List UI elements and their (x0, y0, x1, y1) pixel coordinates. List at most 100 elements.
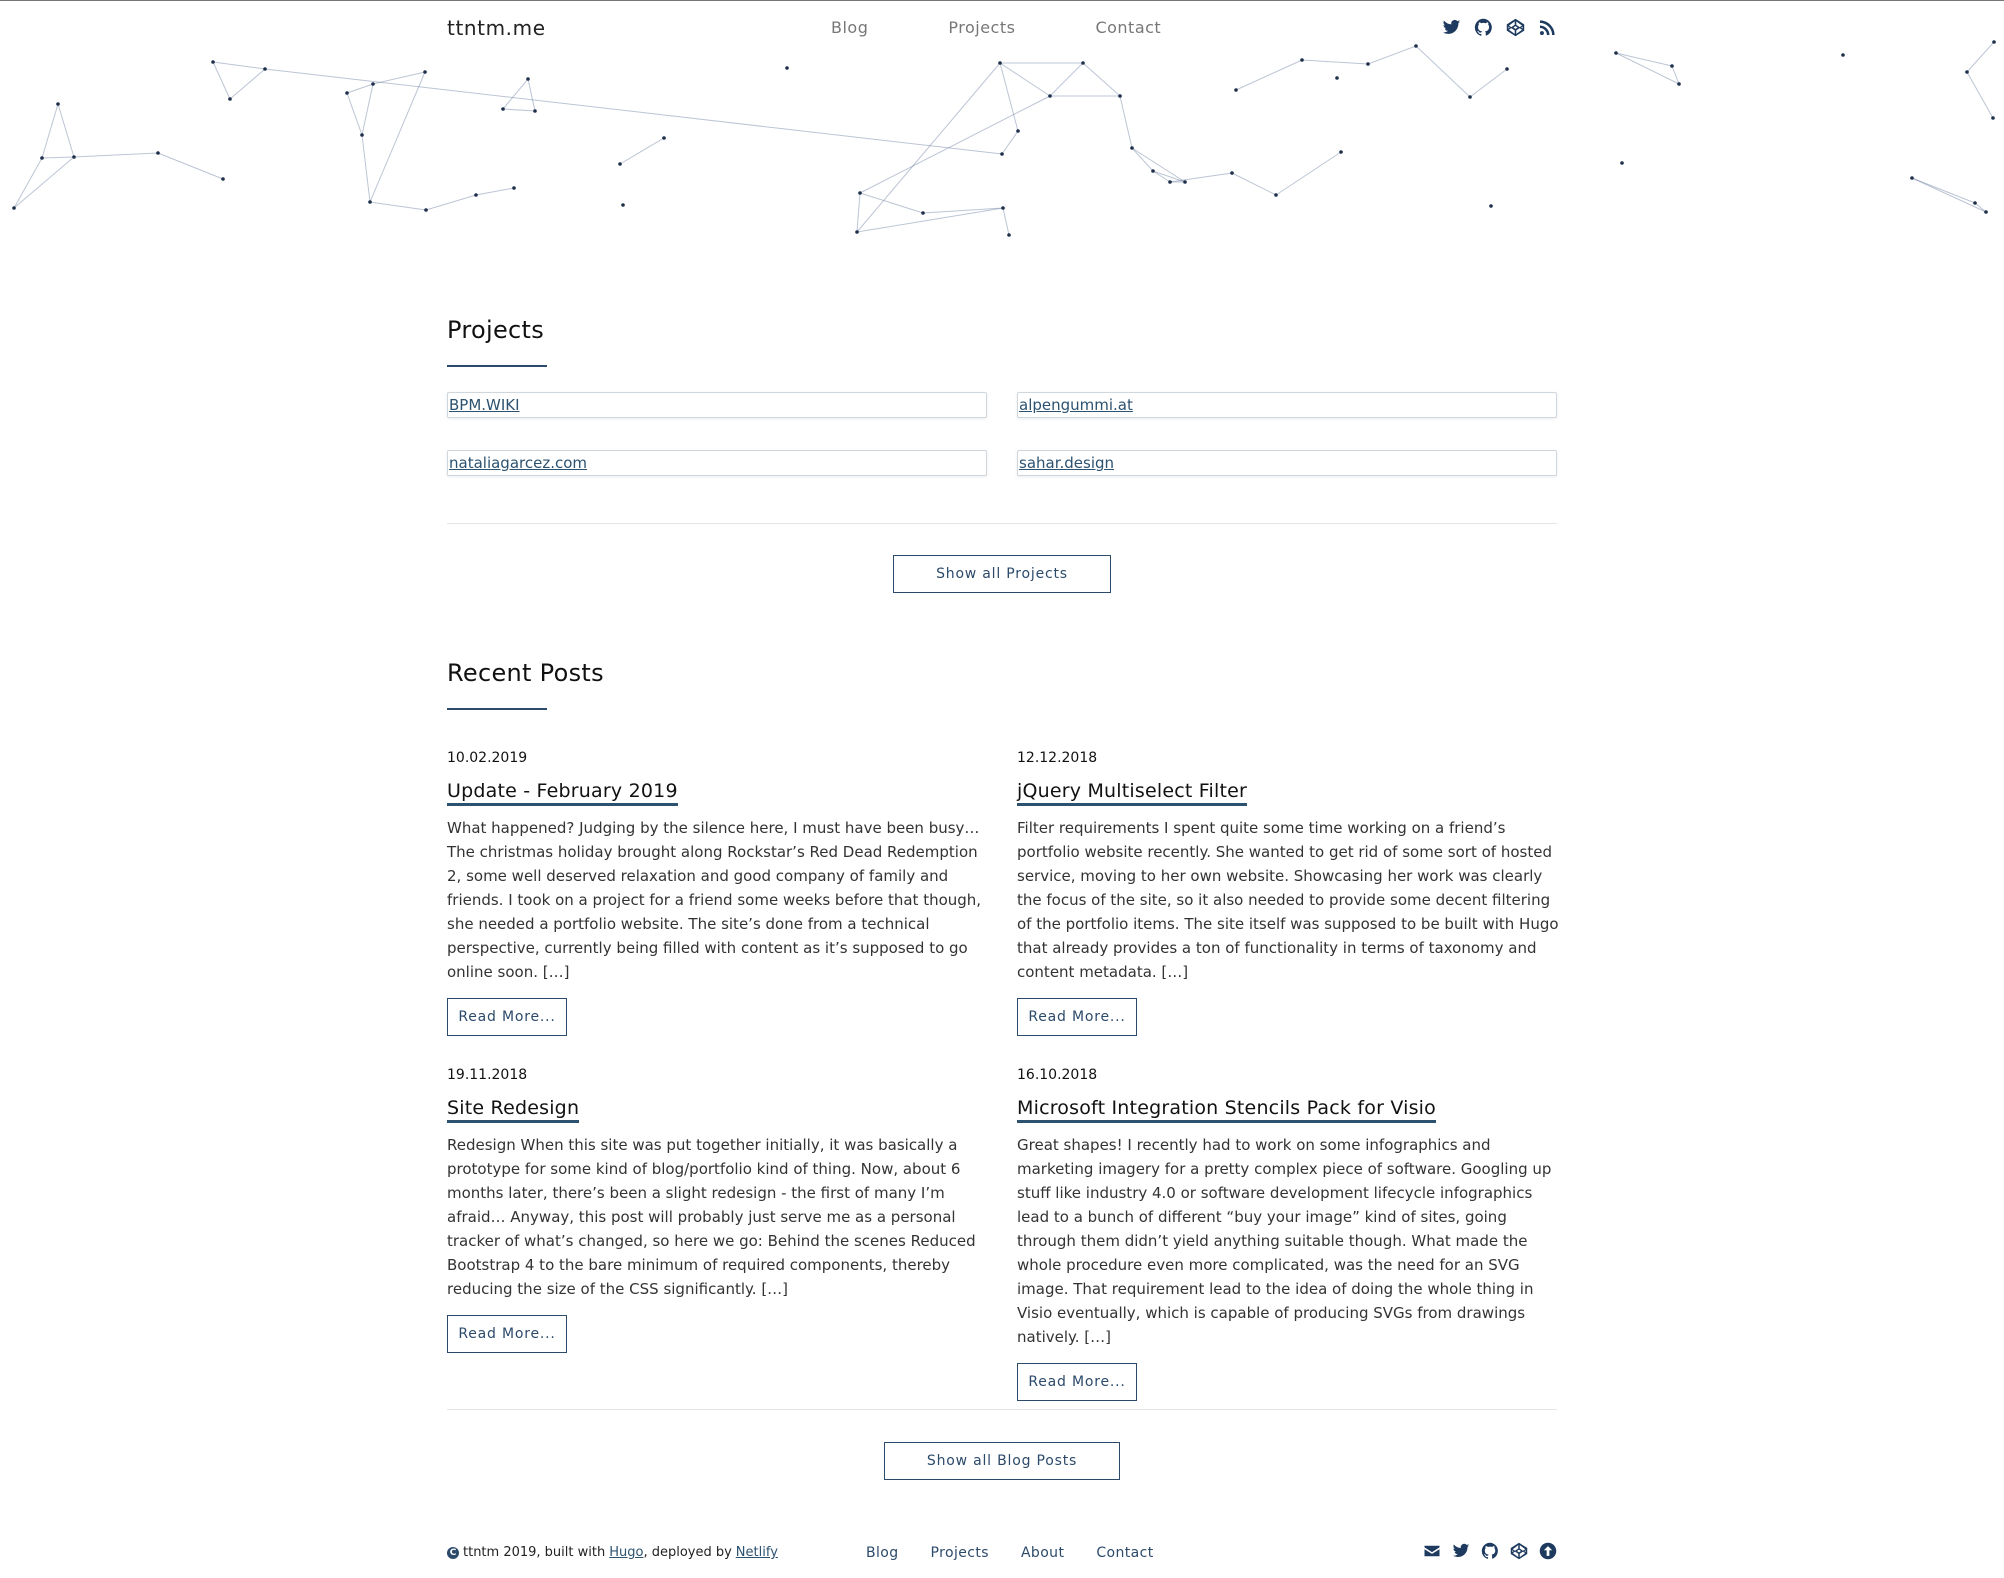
particle-link (1002, 207, 1010, 236)
particle-link (1235, 59, 1303, 91)
read-more-button[interactable]: Read More... (447, 998, 567, 1036)
particle-dot (1620, 161, 1624, 165)
footer-social-links (1423, 1542, 1557, 1560)
nav-projects[interactable]: Projects (948, 18, 1015, 37)
particle-dot (345, 91, 349, 95)
posts-divider (447, 1409, 1557, 1410)
footer-nav-contact[interactable]: Contact (1096, 1545, 1153, 1561)
particle-link (1049, 62, 1084, 97)
particle-link (369, 71, 426, 203)
particle-link (346, 83, 374, 94)
particle-dot (1118, 94, 1122, 98)
particle-dot (423, 70, 427, 74)
particle-dot (662, 136, 666, 140)
projects-heading: Projects (447, 316, 545, 344)
show-all-posts-button[interactable]: Show all Blog Posts (884, 1442, 1120, 1480)
projects-heading-underline (447, 365, 547, 367)
particle-dot (1414, 44, 1418, 48)
particle-dot (221, 177, 225, 181)
particle-dot (1234, 88, 1238, 92)
rss-icon[interactable] (1538, 18, 1557, 37)
particle-dot (56, 102, 60, 106)
particle-link (1119, 95, 1133, 149)
codepen-icon[interactable] (1510, 1542, 1528, 1560)
project-link[interactable]: sahar.design (1019, 454, 1114, 472)
particle-dot (263, 67, 267, 71)
particle-link (264, 68, 1003, 155)
particle-dot (474, 193, 478, 197)
site-header: ttntm.me Blog Projects Contact (447, 14, 1557, 44)
footer-nav-about[interactable]: About (1021, 1545, 1064, 1561)
show-all-projects-button[interactable]: Show all Projects (893, 555, 1111, 593)
twitter-icon[interactable] (1452, 1542, 1470, 1560)
particle-dot (1335, 76, 1339, 80)
hugo-link[interactable]: Hugo (609, 1545, 643, 1560)
post-card: 16.10.2018 Microsoft Integration Stencil… (1017, 1067, 1562, 1401)
post-title-link[interactable]: Update - February 2019 (447, 780, 678, 806)
footer-nav-projects[interactable]: Projects (931, 1545, 989, 1561)
particle-link (369, 201, 427, 211)
particle-dot (533, 109, 537, 113)
codepen-icon[interactable] (1506, 18, 1525, 37)
particle-link (1131, 147, 1186, 183)
particle-dot (12, 206, 16, 210)
particle-dot (1001, 206, 1005, 210)
particle-link (229, 68, 266, 100)
read-more-button[interactable]: Read More... (447, 1315, 567, 1353)
post-title-link[interactable]: Site Redesign (447, 1097, 580, 1123)
project-link[interactable]: BPM.WIKI (449, 396, 520, 414)
twitter-icon[interactable] (1442, 18, 1461, 37)
particle-dot (1841, 53, 1845, 57)
particle-dot (512, 186, 516, 190)
post-title-link[interactable]: jQuery Multiselect Filter (1017, 780, 1248, 806)
particle-link (1415, 45, 1471, 98)
particle-dot (1468, 95, 1472, 99)
particle-link (1615, 52, 1680, 85)
particle-dot (1489, 204, 1493, 208)
post-date: 19.11.2018 (447, 1067, 528, 1083)
particle-dot (501, 107, 505, 111)
post-date: 16.10.2018 (1017, 1067, 1098, 1083)
particle-link (859, 95, 1051, 194)
footer-nav-blog[interactable]: Blog (866, 1545, 899, 1561)
read-more-button[interactable]: Read More... (1017, 998, 1137, 1036)
projects-section: Projects BPM.WIKI alpengummi.at nataliag… (447, 316, 1557, 596)
particle-dot (1130, 146, 1134, 150)
particle-dot (785, 66, 789, 70)
particle-link (41, 156, 75, 159)
nav-contact[interactable]: Contact (1095, 18, 1161, 37)
particle-dot (1339, 150, 1343, 154)
particle-dot (1670, 64, 1674, 68)
particle-link (1275, 151, 1342, 196)
envelope-icon[interactable] (1423, 1542, 1441, 1560)
site-brand[interactable]: ttntm.me (447, 16, 546, 40)
arrow-up-icon[interactable] (1539, 1542, 1557, 1560)
project-card: alpengummi.at (1017, 392, 1557, 418)
recent-posts-heading: Recent Posts (447, 659, 604, 687)
deployed-text: , deployed by (643, 1545, 732, 1560)
post-excerpt: What happened? Judging by the silence he… (447, 819, 982, 981)
particle-link (922, 207, 1004, 214)
post-title-link[interactable]: Microsoft Integration Stencils Pack for … (1017, 1097, 1436, 1123)
particle-dot (1677, 82, 1681, 86)
particle-link (856, 207, 1004, 233)
github-icon[interactable] (1474, 18, 1493, 37)
particle-link (372, 71, 426, 85)
particle-dot (1230, 171, 1234, 175)
project-link[interactable]: alpengummi.at (1019, 396, 1133, 414)
post-card: 10.02.2019 Update - February 2019 What h… (447, 750, 992, 1036)
particle-link (1966, 41, 1995, 73)
read-more-button[interactable]: Read More... (1017, 1363, 1137, 1401)
particle-dot (360, 133, 364, 137)
particle-dot (1614, 51, 1618, 55)
particle-link (527, 78, 536, 112)
nav-blog[interactable]: Blog (831, 18, 868, 37)
particle-link (361, 83, 374, 136)
github-icon[interactable] (1481, 1542, 1499, 1560)
project-link[interactable]: nataliagarcez.com (449, 454, 587, 472)
particle-link (1001, 130, 1019, 155)
post-card: 19.11.2018 Site Redesign Redesign When t… (447, 1067, 992, 1353)
particle-dot (368, 200, 372, 204)
particle-link (856, 192, 861, 233)
netlify-link[interactable]: Netlify (736, 1545, 778, 1560)
